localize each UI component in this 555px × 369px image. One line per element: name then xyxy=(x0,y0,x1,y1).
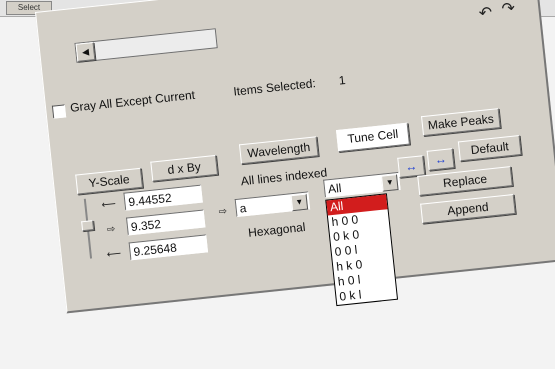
dxby-button[interactable]: d x By xyxy=(150,154,219,182)
grey-all-except-current-checkbox[interactable] xyxy=(51,104,67,119)
arrow-right-icon: ⇨ xyxy=(218,206,228,218)
y-scale-button[interactable]: Y-Scale xyxy=(75,167,143,195)
replace-button[interactable]: Replace xyxy=(417,166,513,196)
grey-all-except-current-label: Gray All Except Current xyxy=(69,87,196,115)
items-selected-value: 1 xyxy=(338,72,347,88)
chevron-down-icon[interactable]: ▼ xyxy=(290,193,309,212)
chevron-down-icon[interactable]: ▼ xyxy=(381,174,399,192)
tune-cell-panel: ◀ ▶ ↶ ↷ Gray All Except Current Items Se… xyxy=(35,0,555,314)
screen: Select ◀ ▶ ↶ ↷ Gray All Except Current I… xyxy=(0,0,555,369)
vertical-slider-thumb[interactable] xyxy=(81,220,95,232)
default-button[interactable]: Default xyxy=(457,135,522,162)
value-field-3[interactable]: 9.25648 xyxy=(128,234,209,261)
arrow-left-icon: ⟵ xyxy=(106,248,122,261)
wavelength-button[interactable]: Wavelength xyxy=(238,136,319,165)
arrow-left-icon: ⟵ xyxy=(101,198,117,212)
undo-icon[interactable]: ↶ xyxy=(478,4,494,22)
double-arrow-button-2[interactable]: ↔ xyxy=(426,148,455,171)
filter-select-value: All xyxy=(327,180,343,197)
tune-cell-tab[interactable]: Tune Cell xyxy=(336,122,410,153)
make-peaks-button[interactable]: Make Peaks xyxy=(421,108,501,137)
double-arrow-button-1[interactable]: ↔ xyxy=(397,155,426,178)
items-selected-label: Items Selected: xyxy=(232,76,317,99)
all-lines-indexed-label: All lines indexed xyxy=(240,165,328,189)
axis-select-value: a xyxy=(238,201,248,216)
scrollbar-horizontal[interactable]: ◀ xyxy=(74,28,218,63)
value-field-1[interactable]: 9.44552 xyxy=(123,184,203,211)
scroll-left-button[interactable]: ◀ xyxy=(75,42,96,62)
filter-select[interactable]: All ▼ xyxy=(323,171,401,198)
arrow-right-icon: ⇨ xyxy=(106,223,116,236)
filter-options-list[interactable]: All h 0 00 k 00 0 lh k 0h 0 l0 k l xyxy=(325,193,399,307)
redo-icon[interactable]: ↷ xyxy=(501,0,517,18)
value-field-2[interactable]: 9.352 xyxy=(125,209,206,236)
append-button[interactable]: Append xyxy=(420,193,516,224)
lattice-type-label: Hexagonal xyxy=(247,219,307,240)
axis-select[interactable]: a ▼ xyxy=(234,191,311,218)
